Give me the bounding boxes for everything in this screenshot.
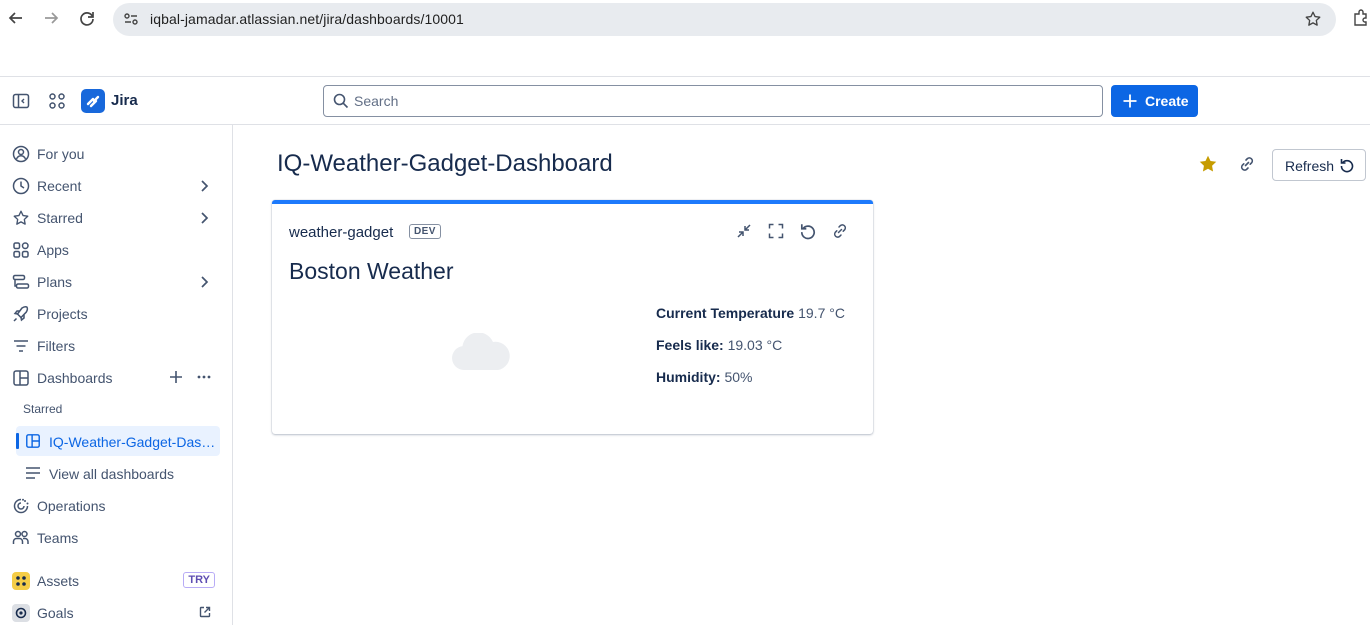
gadget-accent-bar [272, 200, 873, 204]
more-actions-icon[interactable] [196, 370, 212, 384]
sidebar-item-teams[interactable]: Teams [0, 523, 232, 553]
sidebar-item-label: Operations [37, 498, 106, 514]
goals-icon [12, 604, 30, 622]
gadget-refresh-icon[interactable] [799, 222, 817, 240]
try-badge: TRY [183, 572, 215, 588]
refresh-button[interactable]: Refresh [1272, 149, 1366, 181]
chevron-right-icon[interactable] [198, 275, 210, 289]
dashboard-icon [25, 433, 41, 449]
sidebar-item-label: Plans [37, 274, 73, 290]
sidebar-item-label: For you [37, 146, 85, 162]
view-all-label: View all dashboards [49, 466, 175, 482]
sidebar-item-label: Apps [37, 242, 69, 258]
sidebar-item-label: Projects [37, 306, 88, 322]
sidebar-item-label: Assets [37, 573, 80, 589]
sidebar-item-apps[interactable]: Apps [0, 235, 232, 265]
refresh-icon [1339, 157, 1355, 173]
sidebar-item-assets[interactable]: Assets TRY [0, 566, 232, 596]
sidebar-item-plans[interactable]: Plans [0, 267, 232, 297]
sidebar-item-filters[interactable]: Filters [0, 331, 232, 361]
sidebar-item-active-dashboard[interactable]: IQ-Weather-Gadget-Dashboard [16, 426, 220, 456]
starred-star-icon[interactable] [1197, 153, 1219, 175]
sidebar-item-label: Filters [37, 338, 76, 354]
sidebar-item-for-you[interactable]: For you [0, 139, 232, 169]
sidebar-toggle-icon[interactable] [12, 92, 30, 110]
humidity-row: Humidity: 50% [656, 369, 752, 385]
rocket-icon [12, 305, 30, 323]
operations-icon [12, 497, 30, 515]
sidebar-item-label: Teams [37, 530, 79, 546]
chevron-right-icon[interactable] [198, 211, 210, 225]
teams-icon [12, 529, 30, 547]
sidebar-item-recent[interactable]: Recent [0, 171, 232, 201]
filter-icon [12, 337, 30, 355]
sidebar-item-label: Dashboards [37, 370, 113, 386]
app-switcher-icon[interactable] [48, 92, 66, 110]
search-input[interactable] [354, 91, 1074, 111]
gadget-title: weather-gadget [289, 224, 394, 241]
gadget-link-icon[interactable] [831, 222, 849, 240]
dashboard-icon [12, 369, 30, 387]
external-link-icon[interactable] [199, 606, 211, 618]
humidity-label: Humidity: [656, 369, 721, 385]
weather-gadget-card: weather-gadget DEV Boston Weather Curren… [272, 200, 873, 434]
jira-logo-icon[interactable] [81, 89, 105, 113]
current-temperature-row: Current Temperature 19.7 °C [656, 305, 845, 321]
jira-top-bar: Jira Create [0, 77, 1370, 125]
plus-icon [1122, 93, 1138, 109]
person-circle-icon [12, 145, 30, 163]
site-settings-icon[interactable] [123, 11, 139, 27]
star-outline-icon [12, 209, 30, 227]
active-indicator [16, 433, 19, 449]
fullscreen-icon[interactable] [767, 222, 785, 240]
copy-link-icon[interactable] [1238, 155, 1256, 173]
refresh-button-label: Refresh [1285, 158, 1335, 174]
dev-badge: DEV [409, 224, 441, 239]
sidebar-item-operations[interactable]: Operations [0, 491, 232, 521]
plans-icon [12, 273, 30, 291]
search-icon [333, 93, 349, 109]
sidebar-item-dashboards[interactable]: Dashboards [0, 363, 232, 393]
sidebar-item-label: Goals [37, 605, 74, 621]
humidity-value: 50% [724, 369, 753, 385]
url-text: iqbal-jamadar.atlassian.net/jira/dashboa… [150, 11, 464, 27]
create-button[interactable]: Create [1111, 85, 1198, 117]
forward-arrow-icon[interactable] [41, 8, 63, 30]
current-temperature-label: Current Temperature [656, 305, 795, 321]
create-button-label: Create [1145, 93, 1189, 109]
list-icon [25, 465, 41, 481]
sidebar-item-goals[interactable]: Goals [0, 598, 232, 628]
feels-like-row: Feels like: 19.03 °C [656, 337, 782, 353]
feels-like-value: 19.03 °C [727, 337, 783, 353]
cloud-icon [450, 333, 512, 371]
minimize-icon[interactable] [735, 222, 753, 240]
starred-section-label: Starred [23, 402, 63, 416]
sidebar-item-view-all-dashboards[interactable]: View all dashboards [16, 458, 220, 488]
bookmark-star-icon[interactable] [1304, 10, 1322, 28]
browser-toolbar: iqbal-jamadar.atlassian.net/jira/dashboa… [0, 0, 1370, 40]
app-name[interactable]: Jira [111, 92, 138, 109]
sidebar-item-starred[interactable]: Starred [0, 203, 232, 233]
weather-heading: Boston Weather [289, 258, 454, 284]
chevron-right-icon[interactable] [198, 179, 210, 193]
sidebar-item-label: Starred [37, 210, 83, 226]
apps-grid-icon [12, 241, 30, 259]
assets-icon [12, 572, 30, 590]
active-dashboard-label: IQ-Weather-Gadget-Dashboard [49, 434, 217, 450]
sidebar-item-label: Recent [37, 178, 82, 194]
address-bar[interactable]: iqbal-jamadar.atlassian.net/jira/dashboa… [113, 3, 1336, 36]
sidebar-item-projects[interactable]: Projects [0, 299, 232, 329]
clock-icon [12, 177, 30, 195]
reload-icon[interactable] [77, 8, 99, 30]
extensions-icon[interactable] [1352, 9, 1370, 27]
back-arrow-icon[interactable] [6, 8, 28, 30]
page-title: IQ-Weather-Gadget-Dashboard [277, 150, 613, 177]
add-dashboard-plus-icon[interactable] [169, 370, 183, 384]
search-box[interactable] [323, 85, 1103, 117]
current-temperature-value: 19.7 °C [798, 305, 845, 321]
sidebar: For you Recent Starred Apps Plans Projec… [0, 125, 233, 625]
feels-like-label: Feels like: [656, 337, 724, 353]
